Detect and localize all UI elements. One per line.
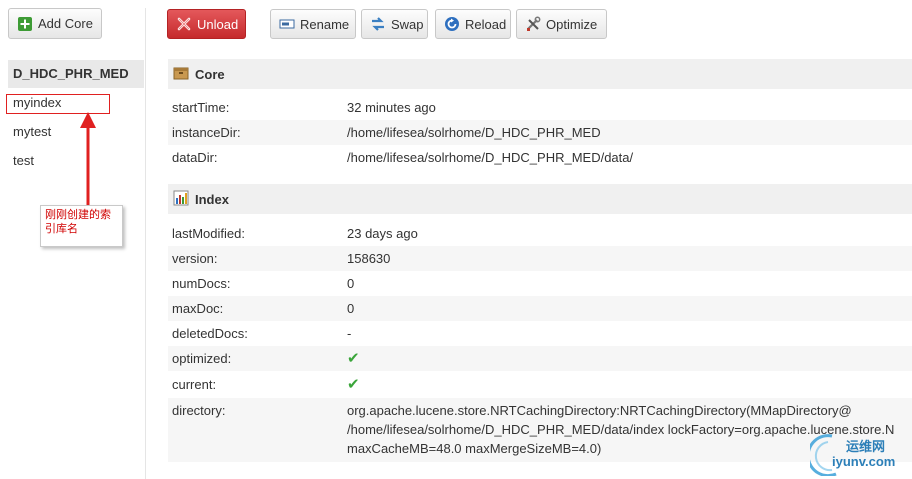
instance-dir-row: instanceDir: /home/lifesea/solrhome/D_HD…: [168, 120, 912, 145]
optimize-button[interactable]: Optimize: [516, 9, 607, 39]
index-section-title: Index: [195, 191, 229, 207]
swap-label: Swap: [391, 16, 424, 32]
data-dir-row: dataDir: /home/lifesea/solrhome/D_HDC_PH…: [168, 145, 912, 170]
core-section-title: Core: [195, 66, 225, 82]
start-time-value: 32 minutes ago: [347, 100, 436, 115]
add-core-label: Add Core: [38, 16, 93, 31]
index-section-header: Index: [168, 184, 912, 214]
rename-button[interactable]: Rename: [270, 9, 356, 39]
sidebar-divider: [145, 8, 146, 479]
check-icon: ✔: [347, 350, 360, 367]
unload-label: Unload: [197, 16, 239, 32]
swap-icon: [370, 16, 386, 32]
start-time-row: startTime: 32 minutes ago: [168, 95, 912, 120]
last-modified-value: 23 days ago: [347, 226, 418, 241]
watermark-text-cn: 运维网: [846, 439, 886, 454]
directory-row: directory: org.apache.lucene.store.NRTCa…: [168, 398, 912, 462]
box-icon: [173, 65, 189, 84]
plus-icon: [17, 16, 33, 32]
directory-key: directory:: [172, 403, 226, 418]
optimize-label: Optimize: [546, 16, 598, 32]
last-modified-key: lastModified:: [172, 226, 245, 241]
version-value: 158630: [347, 251, 391, 266]
optimized-row: optimized: ✔: [168, 346, 912, 371]
last-modified-row: lastModified: 23 days ago: [168, 221, 912, 246]
start-time-key: startTime:: [172, 100, 230, 115]
watermark-text-url: iyunv.com: [832, 454, 896, 469]
check-icon: ✔: [347, 376, 360, 393]
core-item-d-hdc-phr-med[interactable]: D_HDC_PHR_MED: [8, 60, 144, 88]
watermark-logo: 运维网 iyunv.com: [810, 430, 910, 476]
reload-icon: [444, 16, 460, 32]
reload-label: Reload: [465, 16, 507, 32]
current-row: current: ✔: [168, 372, 912, 397]
swap-button[interactable]: Swap: [361, 9, 428, 39]
current-key: current:: [172, 377, 217, 392]
add-core-button[interactable]: Add Core: [8, 8, 102, 39]
rename-icon: [279, 16, 295, 32]
data-dir-value: /home/lifesea/solrhome/D_HDC_PHR_MED/dat…: [347, 150, 634, 165]
max-doc-row: maxDoc: 0: [168, 296, 912, 321]
instance-dir-value: /home/lifesea/solrhome/D_HDC_PHR_MED: [347, 125, 601, 140]
rename-label: Rename: [300, 16, 350, 32]
directory-line: org.apache.lucene.store.NRTCachingDirect…: [347, 403, 852, 418]
reload-button[interactable]: Reload: [435, 9, 511, 39]
num-docs-row: numDocs: 0: [168, 271, 912, 296]
deleted-docs-value: -: [347, 326, 352, 341]
annotation-callout: 刚刚创建的索引库名: [40, 205, 123, 247]
annotation-arrow: [80, 112, 96, 214]
num-docs-key: numDocs:: [172, 276, 231, 291]
unload-button[interactable]: Unload: [167, 9, 246, 39]
instance-dir-key: instanceDir:: [172, 125, 241, 140]
num-docs-value: 0: [347, 276, 355, 291]
max-doc-key: maxDoc:: [172, 301, 224, 316]
deleted-docs-key: deletedDocs:: [172, 326, 248, 341]
data-dir-key: dataDir:: [172, 150, 218, 165]
max-doc-value: 0: [347, 301, 355, 316]
bar-chart-icon: [173, 190, 189, 209]
deleted-docs-row: deletedDocs: -: [168, 321, 912, 346]
version-key: version:: [172, 251, 218, 266]
core-section-header: Core: [168, 59, 912, 89]
optimized-key: optimized:: [172, 351, 232, 366]
version-row: version: 158630: [168, 246, 912, 271]
tools-icon: [525, 16, 541, 32]
close-icon: [176, 16, 192, 32]
